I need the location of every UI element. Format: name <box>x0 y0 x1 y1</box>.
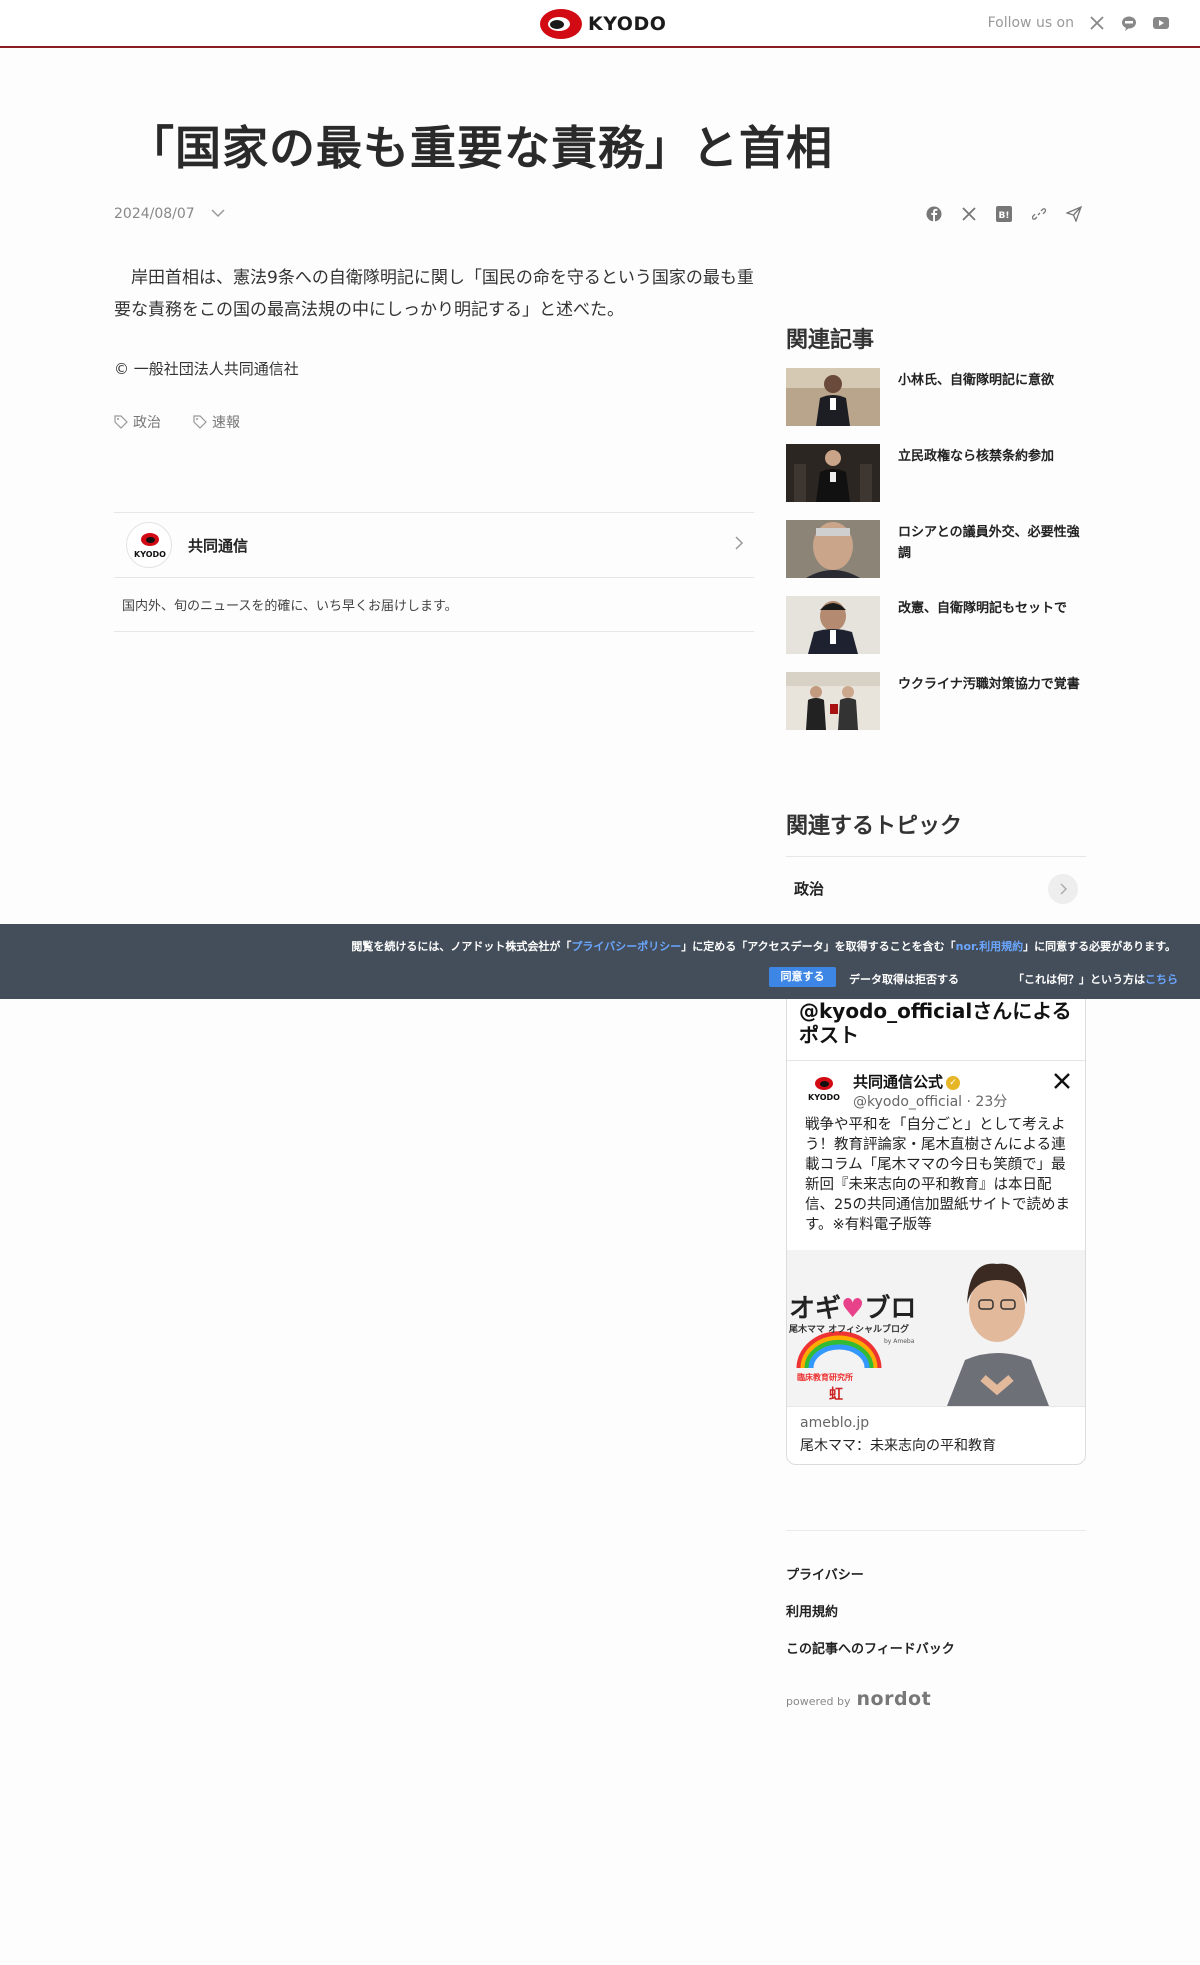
publisher-avatar: KYODO <box>126 522 172 568</box>
verified-badge-icon: ✓ <box>946 1075 961 1090</box>
tag-item[interactable]: 速報 <box>193 412 240 432</box>
follow-us: Follow us on <box>988 14 1170 32</box>
nordot-logo: nordot <box>856 1688 932 1710</box>
facebook-icon[interactable] <box>924 204 944 224</box>
send-icon[interactable] <box>1064 204 1084 224</box>
x-icon[interactable] <box>959 204 979 224</box>
privacy-policy-link[interactable]: プライバシーポリシー <box>571 940 681 953</box>
related-thumbnail <box>786 596 880 654</box>
tag-icon <box>193 415 207 429</box>
what-is-this-link[interactable]: こちら <box>1145 973 1178 986</box>
youtube-icon[interactable] <box>1152 14 1170 32</box>
chevron-right-icon <box>734 535 744 554</box>
what-is-this: 「これは何？」という方はこちら <box>1013 973 1178 986</box>
related-thumbnail <box>786 520 880 578</box>
image-sub2: by Ameba <box>884 1338 915 1345</box>
related-title: ロシアとの議員外交、必要性強調 <box>898 525 1080 561</box>
top-header: KYODO Follow us on <box>0 0 1200 48</box>
post-link-preview[interactable]: ameblo.jp 尾木ママ：未来志向の平和教育 <box>787 1406 1085 1463</box>
related-title: 立民政権なら核禁条約参加 <box>898 449 1055 464</box>
refuse-data-button[interactable]: データ取得は拒否する <box>849 971 959 987</box>
consent-banner: 閲覧を続けるには、ノアドット株式会社が「プライバシーポリシー」に定める「アクセス… <box>0 924 1200 999</box>
terms-link[interactable]: nor.利用規約 <box>956 940 1023 953</box>
related-thumbnail <box>786 672 880 730</box>
link-title: 尾木ママ：未来志向の平和教育 <box>800 1438 996 1454</box>
follow-label: Follow us on <box>987 15 1074 31</box>
embed-heading: @kyodo_officialさんによるポスト <box>799 999 1072 1047</box>
topic-item[interactable]: 政治 <box>786 868 1086 908</box>
publish-date: 2024/08/07 <box>114 206 195 222</box>
footer-terms-link[interactable]: 利用規約 <box>786 1601 838 1620</box>
tag-item[interactable]: 政治 <box>114 412 161 432</box>
footer-privacy-link[interactable]: プライバシー <box>786 1564 864 1583</box>
tag-list: 政治 速報 <box>114 412 240 432</box>
link-icon[interactable] <box>1029 204 1049 224</box>
tag-label: 政治 <box>133 415 161 431</box>
powered-by-label: powered by <box>786 1695 851 1708</box>
article-meta: 2024/08/07 <box>114 206 225 222</box>
post-author-handle: @kyodo_official · 23分 <box>853 1094 1008 1110</box>
hatena-icon[interactable]: B! <box>994 204 1014 224</box>
kyodo-logo[interactable]: KYODO <box>540 9 666 39</box>
copyright: © 一般社団法人共同通信社 <box>114 360 299 378</box>
post-card[interactable]: KYODO 共同通信公式 ✓ @kyodo_official · 23分 戦争や平… <box>787 1060 1085 1463</box>
x-icon[interactable] <box>1053 1071 1071 1095</box>
image-badge-text: 臨床教育研究所 <box>797 1373 853 1382</box>
post-text: 戦争や平和を「自分ごと」として考えよう！教育評論家・尾木直樹さんによる連載コラム… <box>805 1117 1070 1233</box>
related-thumbnail <box>786 444 880 502</box>
post-avatar[interactable]: KYODO <box>805 1075 841 1111</box>
related-item[interactable]: ロシアとの議員外交、必要性強調 <box>786 520 1086 578</box>
article-body: 岸田首相は、憲法9条への自衛隊明記に関し「国民の命を守るという国家の最も重要な責… <box>114 268 754 320</box>
image-subtitle: 尾木ママ オフィシャルブログ <box>789 1325 909 1335</box>
tag-label: 速報 <box>212 415 240 431</box>
related-title: 小林氏、自衛隊明記に意欲 <box>898 373 1055 388</box>
divider <box>786 1530 1086 1531</box>
x-icon[interactable] <box>1088 14 1106 32</box>
publisher-card[interactable]: KYODO 共同通信 <box>114 512 754 578</box>
image-badge: 虹 <box>829 1387 843 1403</box>
related-item[interactable]: ウクライナ汚職対策協力で覚書 <box>786 672 1086 730</box>
related-title: ウクライナ汚職対策協力で覚書 <box>898 677 1080 692</box>
topics-heading: 関連するトピック <box>786 814 963 839</box>
footer-feedback-link[interactable]: この記事へのフィードバック <box>786 1638 955 1657</box>
topic-label: 政治 <box>794 879 825 898</box>
embedded-post: @kyodo_officialさんによるポスト KYODO 共同通信公式 ✓ @k… <box>786 999 1086 1465</box>
publisher-description: 国内外、旬のニュースを的確に、いち早くお届けします。 <box>114 578 754 632</box>
related-thumbnail <box>786 368 880 426</box>
powered-by[interactable]: powered by nordot <box>786 1688 931 1710</box>
line-icon[interactable] <box>1120 14 1138 32</box>
related-item[interactable]: 小林氏、自衛隊明記に意欲 <box>786 368 1086 426</box>
related-title: 改憲、自衛隊明記もセットで <box>898 601 1068 616</box>
link-domain: ameblo.jp <box>800 1415 870 1431</box>
brand-name: KYODO <box>588 13 667 35</box>
tag-icon <box>114 415 128 429</box>
chevron-down-icon[interactable] <box>211 206 225 222</box>
consent-message: 閲覧を続けるには、ノアドット株式会社が「プライバシーポリシー」に定める「アクセス… <box>351 940 1176 953</box>
post-link-image[interactable]: オギ♥ブロ 尾木ママ オフィシャルブログ by Ameba 臨床教育研究所 虹 <box>787 1250 1085 1406</box>
related-heading: 関連記事 <box>786 328 875 353</box>
related-item[interactable]: 改憲、自衛隊明記もセットで <box>786 596 1086 654</box>
chevron-right-icon <box>1048 874 1078 904</box>
article-title: 「国家の最も重要な責務」と首相 <box>128 121 833 175</box>
publisher-name: 共同通信 <box>188 536 249 555</box>
divider <box>786 856 1086 857</box>
share-buttons: B! <box>924 204 1084 224</box>
image-logo: オギ♥ブロ <box>789 1294 917 1324</box>
related-list: 小林氏、自衛隊明記に意欲 立民政権なら核禁条約参加 ロシアとの議員外交、必要性強… <box>786 368 1086 748</box>
post-author-name[interactable]: 共同通信公式 ✓ <box>853 1071 961 1092</box>
related-item[interactable]: 立民政権なら核禁条約参加 <box>786 444 1086 502</box>
agree-button[interactable]: 同意する <box>769 967 836 987</box>
svg-text:B!: B! <box>999 211 1010 221</box>
kyodo-logo-mark <box>540 9 582 39</box>
